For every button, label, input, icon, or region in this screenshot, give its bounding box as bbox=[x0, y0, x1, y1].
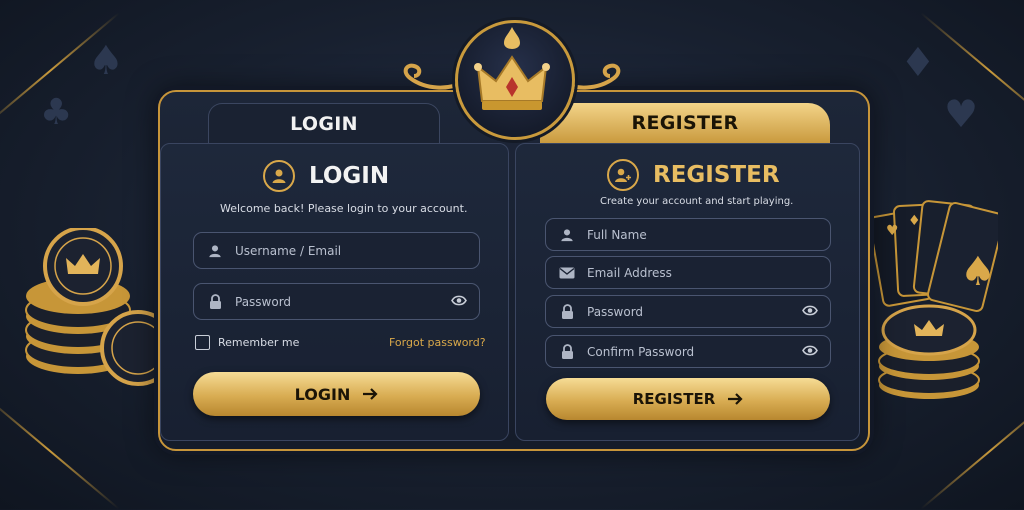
login-subtitle: Welcome back! Please login to your accou… bbox=[220, 202, 468, 215]
register-password-placeholder: Password bbox=[587, 304, 644, 319]
register-button-label: REGISTER bbox=[632, 390, 716, 408]
register-button[interactable]: REGISTER bbox=[546, 378, 830, 420]
svg-text:♦: ♦ bbox=[908, 213, 921, 229]
svg-text:♥: ♥ bbox=[886, 223, 899, 239]
eye-icon[interactable] bbox=[451, 295, 467, 309]
crown-icon bbox=[474, 27, 550, 110]
login-button-label: LOGIN bbox=[294, 384, 351, 404]
lock-icon bbox=[207, 294, 223, 310]
register-password-field[interactable]: Password bbox=[545, 295, 831, 328]
eye-icon[interactable] bbox=[802, 305, 818, 319]
svg-text:♠: ♠ bbox=[960, 249, 996, 295]
user-icon bbox=[263, 160, 295, 192]
confirm-password-field[interactable]: Confirm Password bbox=[545, 335, 831, 368]
poker-chips-right bbox=[878, 304, 980, 399]
tab-login-label: LOGIN bbox=[290, 113, 358, 135]
mail-icon bbox=[559, 265, 575, 281]
tab-login[interactable]: LOGIN bbox=[208, 103, 440, 144]
login-button[interactable]: LOGIN bbox=[193, 372, 480, 416]
user-icon bbox=[207, 243, 223, 259]
crown-emblem bbox=[455, 20, 575, 140]
register-heading: REGISTER bbox=[607, 159, 780, 191]
login-title: LOGIN bbox=[309, 163, 390, 189]
remember-label: Remember me bbox=[218, 336, 300, 349]
register-subtitle: Create your account and start playing. bbox=[600, 196, 794, 207]
spade-icon: ♠ bbox=[88, 38, 124, 84]
username-placeholder: Username / Email bbox=[235, 243, 342, 258]
club-icon: ♣ bbox=[40, 92, 73, 133]
login-heading: LOGIN bbox=[263, 160, 389, 192]
lock-icon bbox=[559, 304, 575, 320]
tab-register[interactable]: REGISTER bbox=[540, 103, 830, 143]
confirm-password-placeholder: Confirm Password bbox=[587, 344, 695, 359]
lock-icon bbox=[559, 344, 575, 360]
poker-chips-left bbox=[25, 228, 163, 386]
email-field[interactable]: Email Address bbox=[545, 256, 831, 289]
password-placeholder: Password bbox=[235, 294, 292, 309]
remember-checkbox[interactable] bbox=[195, 335, 210, 350]
username-field[interactable]: Username / Email bbox=[193, 232, 480, 269]
decor-line bbox=[0, 392, 120, 510]
password-field[interactable]: Password bbox=[193, 283, 480, 320]
email-placeholder: Email Address bbox=[587, 265, 672, 280]
full-name-field[interactable]: Full Name bbox=[545, 218, 831, 251]
arrow-right-icon bbox=[728, 393, 743, 405]
heart-icon: ♥ bbox=[944, 92, 979, 136]
diamond-icon: ♦ bbox=[900, 40, 936, 86]
user-icon bbox=[559, 227, 575, 243]
tab-register-label: REGISTER bbox=[631, 112, 739, 134]
add-user-icon bbox=[607, 159, 639, 191]
register-title: REGISTER bbox=[653, 162, 780, 188]
forgot-password-link[interactable]: Forgot password? bbox=[389, 336, 486, 349]
decor-line bbox=[920, 392, 1024, 510]
full-name-placeholder: Full Name bbox=[587, 227, 647, 242]
arrow-right-icon bbox=[363, 388, 378, 400]
eye-icon[interactable] bbox=[802, 345, 818, 359]
